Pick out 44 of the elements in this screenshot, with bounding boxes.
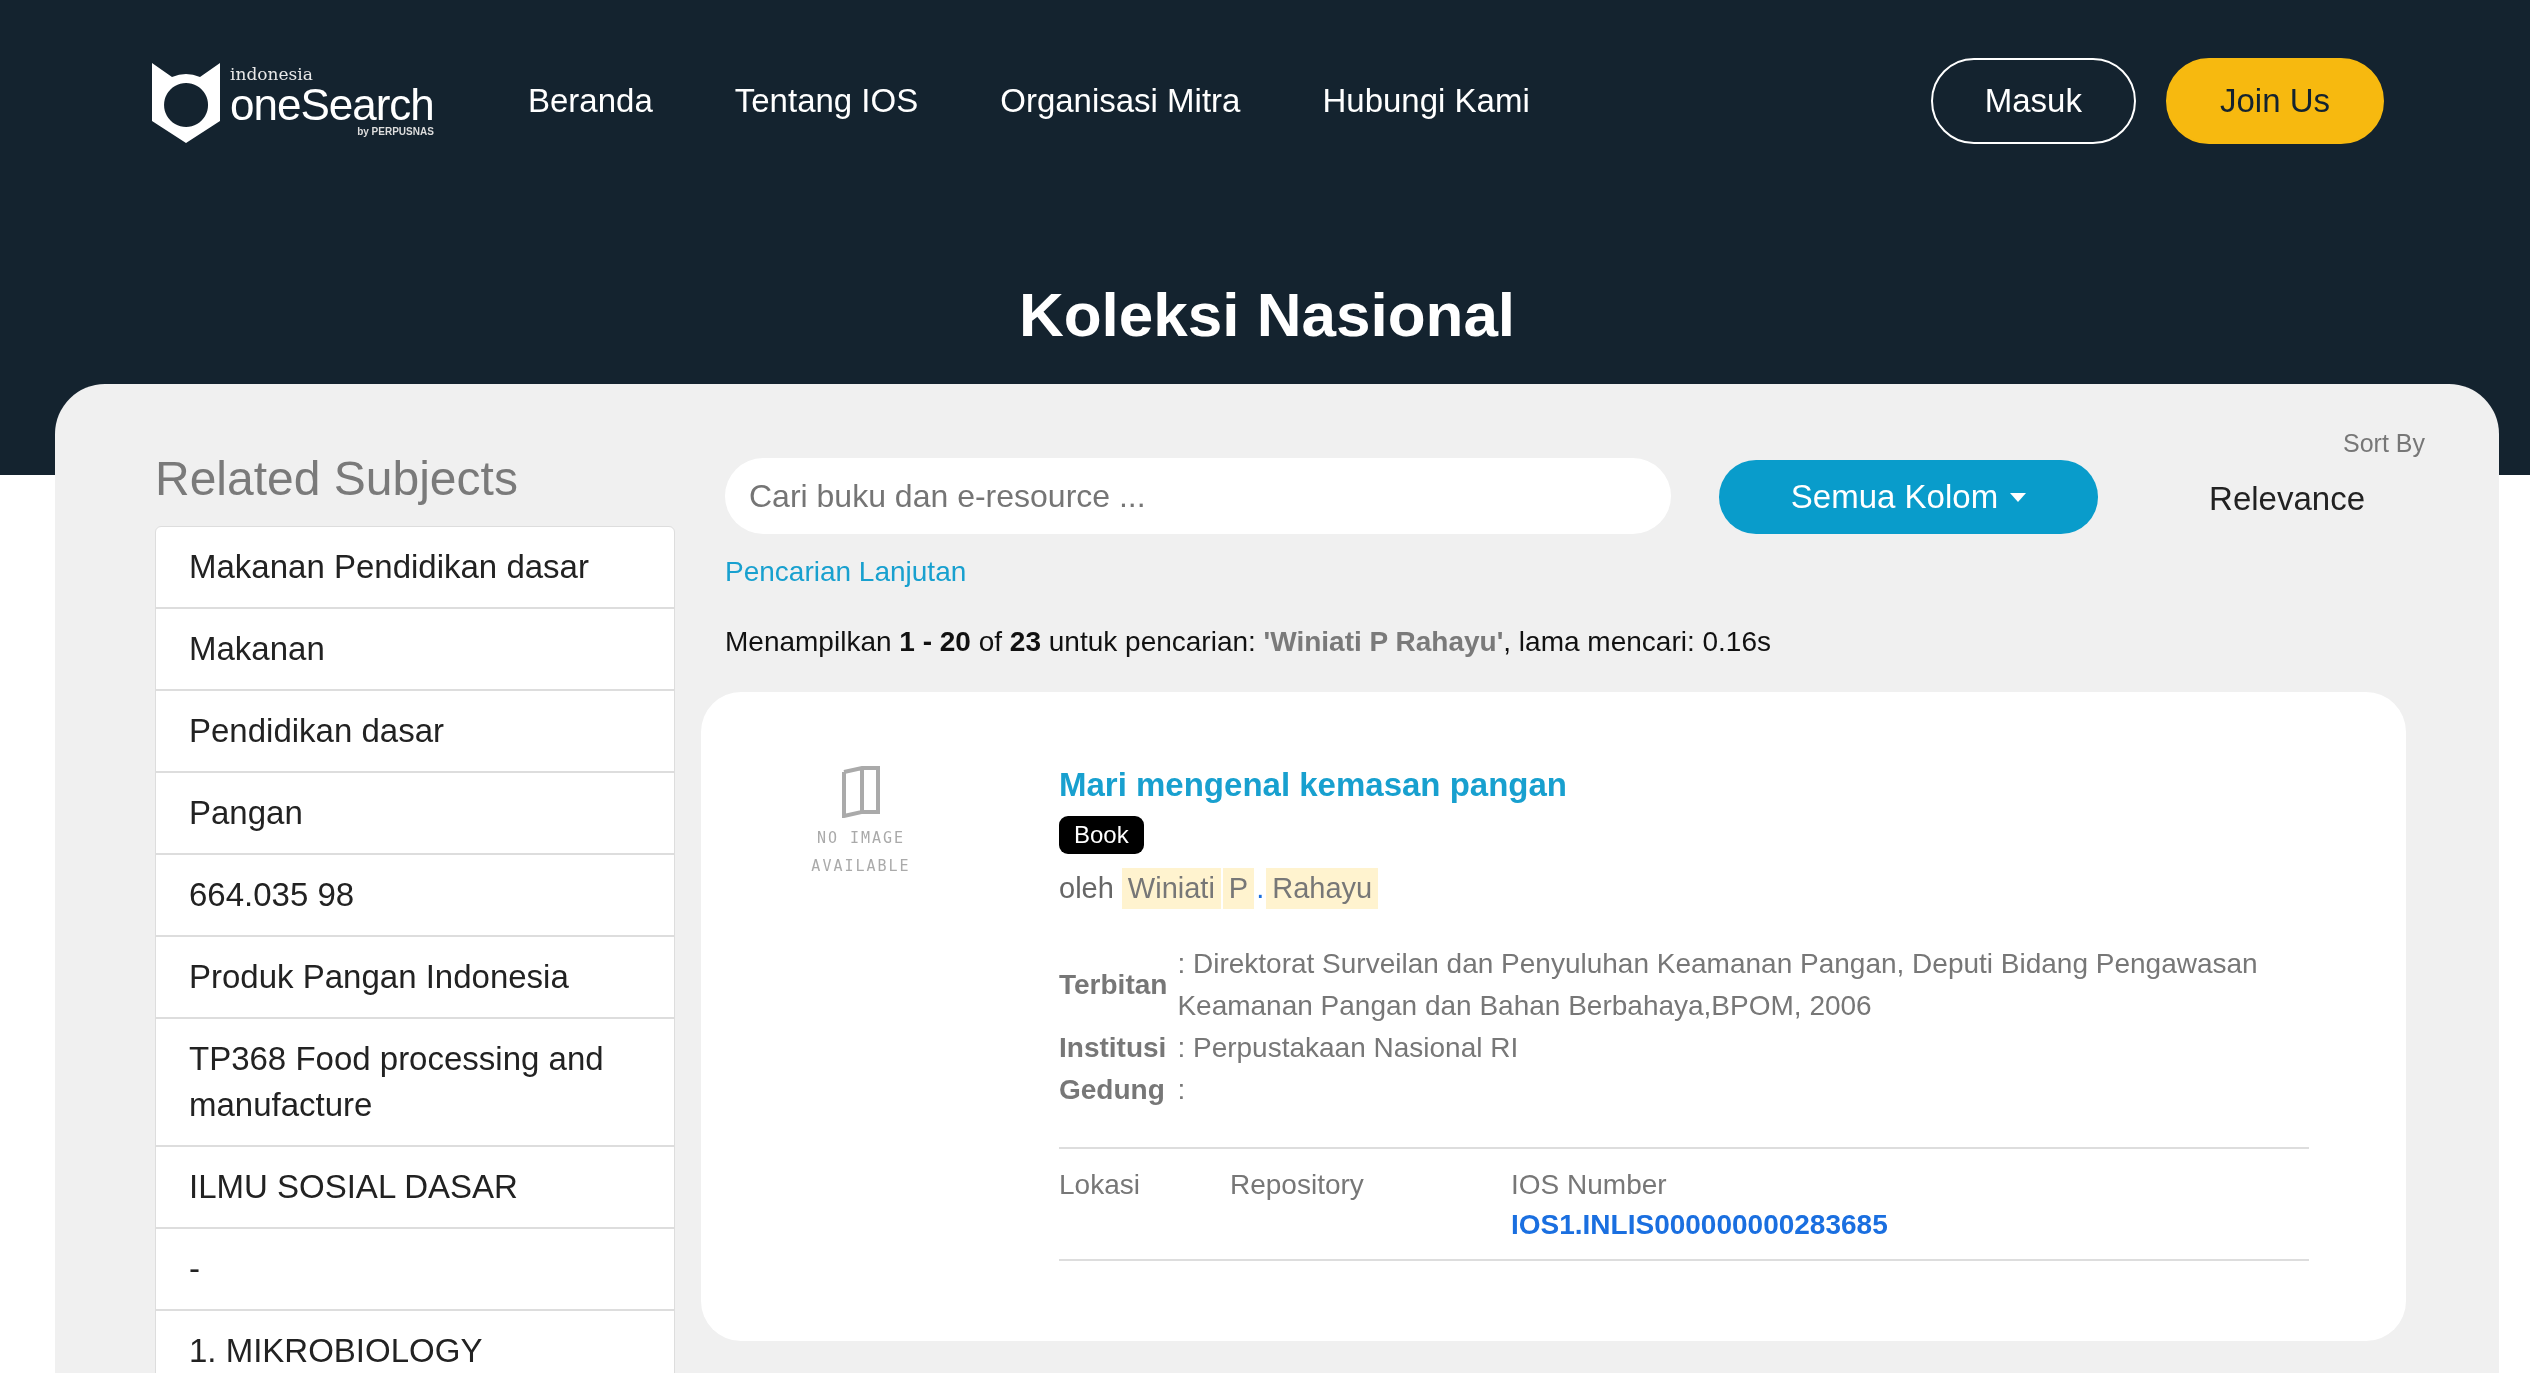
subject-item[interactable]: 664.035 98 [156,855,674,937]
ios-number-link[interactable]: IOS1.INLIS000000000283685 [1511,1209,2309,1241]
field-value: : [1177,1073,1187,1107]
subject-item[interactable]: Makanan [156,609,674,691]
field-label: Gedung [1059,1074,1166,1106]
search-field[interactable]: Cari buku dan e-resource ... [725,458,1671,534]
author-name: . [1256,871,1265,906]
nav-link[interactable]: Beranda [528,82,653,120]
logo-text: by PERPUSNAS [357,126,434,137]
sort-label: Sort By [2343,429,2425,458]
subject-item[interactable]: ILMU SOSIAL DASAR [156,1147,674,1229]
subject-item[interactable]: TP368 Food processing and manufacture [156,1019,674,1147]
logo-text: indonesia [230,65,314,83]
logo-text: oneSearch [230,82,434,127]
subject-item[interactable]: Pendidikan dasar [156,691,674,773]
subject-item[interactable]: Produk Pangan Indonesia [156,937,674,1019]
login-button[interactable]: Masuk [1930,58,2136,144]
section-title: Related Subjects [155,451,519,506]
subject-item[interactable]: 1. MIKROBIOLOGY [156,1311,674,1373]
column-header: IOS Number [1511,1169,1668,1201]
column-header: Repository [1230,1169,1365,1201]
nav-link[interactable]: Organisasi Mitra [1000,82,1241,120]
no-image-text: NO IMAGE AVAILABLE [810,828,912,877]
field-value: : Direktorat Surveilan dan Penyuluhan Keamanan Pangan, Deputi Bidang Pengawasan Keamanan Pangan dan Bahan Berbahaya,BPOM, 2006 [1177,947,2259,1023]
author-name: Winiati [1121,868,1221,909]
result-summary: Menampilkan 1 - 20 of 23 untuk pencarian: 'Winiati P Rahayu', lama mencari: 0.16s [725,626,1772,658]
field-value: : Perpustakaan Nasional RI [1177,1031,1520,1065]
sort-select[interactable]: Relevance [2209,480,2365,518]
by-label: oleh [1059,872,1114,905]
type-badge: Book [1059,816,1144,854]
field-label: Terbitan [1059,969,1168,1001]
field-label: Institusi [1059,1032,1168,1064]
subject-item[interactable]: - [156,1229,674,1311]
page-title: Koleksi Nasional [1017,279,1517,350]
subject-item[interactable]: Pangan [156,773,674,855]
author-name: Rahayu [1266,868,1379,909]
column-header: Lokasi [1059,1169,1141,1201]
nav-link[interactable]: Hubungi Kami [1322,82,1530,120]
book-icon [842,766,880,818]
author-name: P [1222,868,1255,909]
caret-icon [2010,492,2027,502]
subject-item[interactable]: Makanan Pendidikan dasar [156,527,674,609]
nav-link[interactable]: Tentang IOS [734,82,919,120]
join-button[interactable]: Join Us [2165,58,2384,144]
